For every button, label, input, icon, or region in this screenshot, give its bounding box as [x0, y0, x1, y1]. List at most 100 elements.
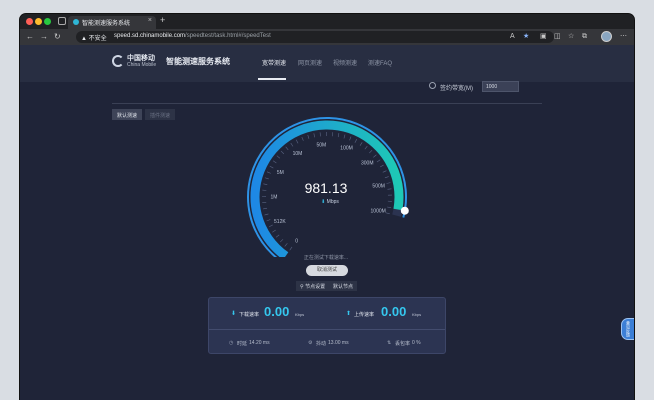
- url-field[interactable]: ▲ 不安全 speed.sd.chinamobile.com/speedtest…: [76, 31, 554, 43]
- download-label: 下载速率: [239, 312, 260, 318]
- gauge-tick-label: 512K: [274, 219, 286, 225]
- gauge-tick-mark: [269, 224, 273, 228]
- download-arrow-icon: ⬇: [321, 199, 326, 205]
- packet-loss-icon: ⇅: [387, 340, 392, 346]
- gauge-tick-mark: [307, 134, 310, 139]
- gauge-tick-mark: [337, 133, 340, 138]
- download-unit: Kbps: [295, 312, 305, 317]
- default-node-button[interactable]: 默认节点: [329, 281, 358, 291]
- split-screen-icon[interactable]: ◫: [554, 32, 561, 42]
- minimize-window-button[interactable]: [35, 18, 42, 25]
- gauge-tick-mark: [359, 142, 363, 146]
- gauge-tick-label: 100M: [340, 146, 353, 152]
- gauge-tick-label: 1M: [271, 194, 278, 200]
- gauge-tick-mark: [263, 207, 268, 210]
- section-divider: [112, 103, 542, 104]
- browser-tab[interactable]: 智能测速服务系统 ×: [68, 16, 156, 29]
- gauge-needle-knob: [400, 206, 409, 215]
- feedback-float-tab[interactable]: 意见反馈: [621, 318, 634, 340]
- new-tab-button[interactable]: +: [160, 15, 165, 25]
- packet-loss-value: 0 %: [412, 340, 421, 346]
- jitter-icon: ⚙: [308, 340, 313, 346]
- extension-icon[interactable]: ▣: [540, 32, 547, 42]
- profile-avatar[interactable]: [601, 31, 612, 42]
- gauge-tick-label: 5M: [277, 170, 284, 176]
- favorite-star-icon[interactable]: ★: [523, 32, 529, 42]
- contract-bandwidth-input[interactable]: 1000: [482, 81, 519, 92]
- forward-button[interactable]: →: [40, 32, 48, 42]
- gauge-tick-mark: [349, 136, 352, 141]
- gauge-tick-mark: [343, 134, 346, 139]
- gauge-tick-mark: [384, 176, 389, 179]
- gauge-tick-mark: [369, 149, 373, 154]
- gauge-tick-label: 10M: [293, 151, 303, 157]
- gauge-tick-mark: [264, 213, 269, 216]
- gauge-tick-mark: [272, 160, 277, 164]
- contract-bandwidth-icon: [429, 82, 436, 89]
- gauge-tick-mark: [313, 133, 315, 138]
- current-speed-unit: ⬇ Mbps: [310, 199, 350, 205]
- more-menu-icon[interactable]: ⋯: [620, 32, 627, 42]
- read-aloud-icon[interactable]: A: [510, 32, 515, 42]
- latency-label: 时延: [237, 341, 248, 347]
- browser-tab-bar: 智能测速服务系统 × +: [20, 14, 634, 29]
- address-bar-row: ← → ↻ ▲ 不安全 speed.sd.chinamobile.com/spe…: [20, 29, 634, 45]
- gauge-tick-mark: [266, 171, 271, 174]
- download-value: 0.00: [264, 304, 290, 319]
- gauge-tick-mark: [289, 246, 293, 251]
- gauge-tick-mark: [272, 229, 276, 233]
- gauge-tick-mark: [373, 154, 377, 158]
- gauge-tick-mark: [295, 139, 299, 144]
- system-title: 智能测速服务系统: [166, 57, 230, 66]
- gauge-tick-label: 300M: [361, 161, 374, 167]
- back-button[interactable]: ←: [26, 32, 34, 42]
- gauge-tick-mark: [285, 146, 289, 151]
- gauge-tick-label: 0: [295, 238, 298, 244]
- favorites-icon[interactable]: ☆: [568, 32, 574, 42]
- security-label: 不安全: [88, 36, 107, 42]
- upload-label: 上传速率: [354, 312, 375, 318]
- gauge-tick-mark: [263, 183, 268, 185]
- cancel-test-button[interactable]: 取消测试: [306, 265, 348, 276]
- close-window-button[interactable]: [26, 18, 33, 25]
- gauge-tick-mark: [276, 155, 281, 159]
- gauge-tick-label: 50M: [316, 142, 326, 148]
- gauge-tick-label: 1000M: [371, 209, 386, 215]
- url-text: speed.sd.chinamobile.com/speedtest/task.…: [114, 33, 271, 39]
- nav-broadband-test[interactable]: 宽带测速: [262, 58, 286, 67]
- security-warning[interactable]: ▲ 不安全: [81, 33, 107, 42]
- nav-video-test[interactable]: 视频测速: [333, 58, 357, 67]
- gauge-tick-mark: [301, 136, 304, 141]
- upload-icon: ⬆: [346, 311, 352, 317]
- node-settings-button[interactable]: ⚲ 节点设置: [296, 281, 330, 291]
- tab-close-icon[interactable]: ×: [148, 17, 152, 24]
- logo-english: China Mobile: [127, 62, 157, 68]
- gauge-tick-mark: [382, 170, 387, 173]
- reload-button[interactable]: ↻: [54, 32, 61, 42]
- url-host: speed.sd.chinamobile.com: [114, 33, 186, 39]
- gauge-tick-mark: [279, 239, 284, 243]
- current-speed-value: 981.13: [304, 180, 348, 196]
- gauge-tick-mark: [275, 234, 280, 238]
- gauge-tick-mark: [387, 206, 392, 208]
- results-panel: ⬇ 下载速率 0.00 Kbps ⬆ 上传速率 0.00 Kbps ◷ 时延 1…: [208, 297, 446, 354]
- nav-faq[interactable]: 测速FAQ: [368, 58, 392, 67]
- gauge-tick-mark: [385, 212, 390, 215]
- site-favicon-icon: [73, 19, 79, 25]
- maximize-window-button[interactable]: [44, 18, 51, 25]
- packet-loss-label: 丢包率: [395, 341, 411, 347]
- gauge-tick-mark: [379, 164, 384, 168]
- gauge-tick-label: 500M: [372, 183, 385, 189]
- speed-unit-text: Mbps: [326, 199, 339, 205]
- gauge-tick-mark: [290, 142, 294, 147]
- tab-overview-icon[interactable]: [58, 17, 66, 25]
- plugin-test-button[interactable]: 插件测速: [145, 109, 176, 120]
- collections-icon[interactable]: ⧉: [582, 32, 587, 42]
- upload-value: 0.00: [381, 304, 407, 319]
- default-test-button[interactable]: 默认测速: [112, 109, 143, 120]
- gauge-tick-mark: [386, 182, 391, 184]
- gauge-tick-mark: [387, 188, 392, 190]
- latency-icon: ◷: [229, 340, 234, 346]
- nav-web-test[interactable]: 网页测速: [298, 58, 322, 67]
- results-divider: [209, 329, 445, 330]
